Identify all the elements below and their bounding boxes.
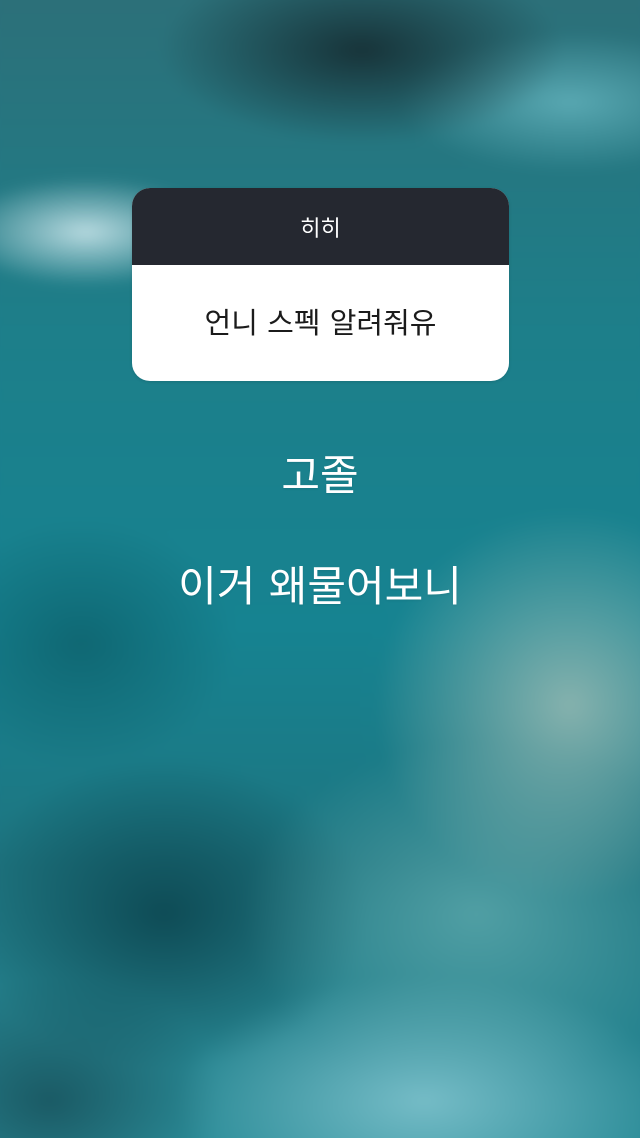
question-sticker[interactable]: 히히 언니 스펙 알려줘유 (132, 188, 509, 381)
answer-text-line-1: 고졸 (281, 451, 359, 500)
story-screen: 히히 언니 스펙 알려줘유 고졸 이거 왜물어보니 (0, 0, 640, 1138)
answer-text-line-2: 이거 왜물어보니 (178, 562, 462, 611)
question-sticker-header: 히히 (132, 188, 509, 265)
question-text: 언니 스펙 알려줘유 (204, 306, 437, 340)
